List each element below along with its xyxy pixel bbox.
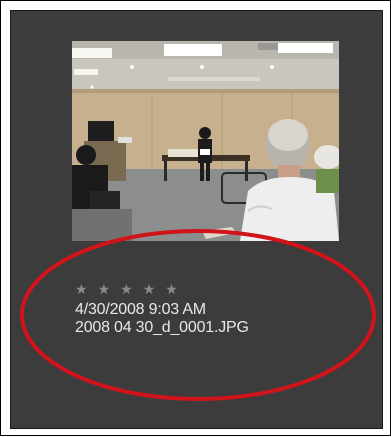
photo-metadata: ★ ★ ★ ★ ★ 4/30/2008 9:03 AM 2008 04 30_d… (75, 281, 355, 337)
star-icon[interactable]: ★ (143, 281, 156, 297)
star-icon[interactable]: ★ (165, 281, 178, 297)
star-icon[interactable]: ★ (120, 281, 133, 297)
file-name: 2008 04 30_d_0001.JPG (75, 319, 249, 336)
star-icon[interactable]: ★ (75, 281, 88, 297)
photo-tile[interactable]: ★ ★ ★ ★ ★ 4/30/2008 9:03 AM 2008 04 30_d… (10, 10, 383, 429)
star-icon[interactable]: ★ (98, 281, 111, 297)
date-taken: 4/30/2008 9:03 AM (75, 301, 206, 318)
window-frame: ★ ★ ★ ★ ★ 4/30/2008 9:03 AM 2008 04 30_d… (0, 0, 391, 436)
photo-thumbnail[interactable] (72, 41, 339, 241)
photo-image (72, 41, 339, 241)
rating-stars[interactable]: ★ ★ ★ ★ ★ (75, 281, 355, 297)
